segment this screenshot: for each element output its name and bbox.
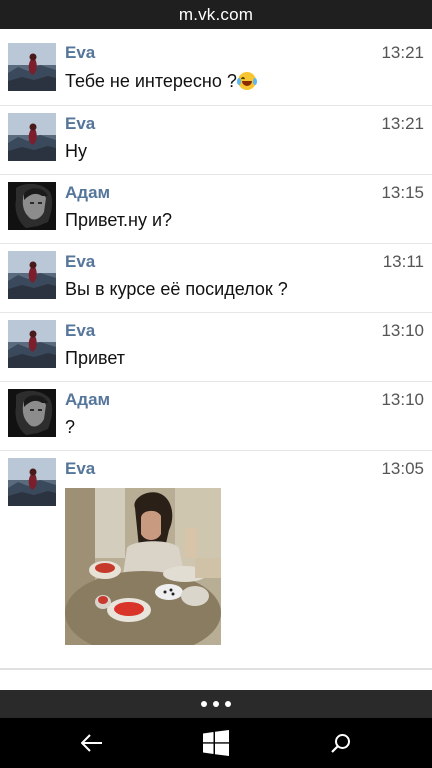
search-icon[interactable]: [311, 718, 371, 768]
avatar[interactable]: [8, 43, 56, 91]
face-with-tears-of-joy-emoji-icon: [236, 72, 257, 90]
avatar[interactable]: [8, 251, 56, 299]
message-item[interactable]: Eva 13:10 Привет: [0, 312, 432, 381]
message-text: Ну: [65, 141, 87, 161]
message-item[interactable]: Адам 13:15 Привет.ну и?: [0, 174, 432, 243]
back-arrow-icon[interactable]: [62, 718, 122, 768]
phone-screen: m.vk.com Eva 13:21 Тебе не интересно ? E…: [0, 0, 432, 768]
message-author[interactable]: Eva: [65, 114, 95, 134]
avatar[interactable]: [8, 458, 56, 506]
message-author[interactable]: Eva: [65, 321, 95, 341]
address-bar[interactable]: m.vk.com: [0, 0, 432, 29]
message-item[interactable]: Eva 13:21 Ну: [0, 105, 432, 174]
message-item[interactable]: Eva 13:21 Тебе не интересно ?: [0, 29, 432, 105]
avatar[interactable]: [8, 182, 56, 230]
message-text: Вы в курсе её посиделок ?: [65, 279, 288, 299]
message-time: 13:15: [381, 183, 424, 202]
more-dots-icon[interactable]: [0, 690, 432, 718]
avatar[interactable]: [8, 389, 56, 437]
message-time: 13:05: [381, 459, 424, 478]
message-text: Привет: [65, 348, 126, 368]
avatar[interactable]: [8, 320, 56, 368]
message-text: ?: [65, 417, 76, 437]
message-author[interactable]: Адам: [65, 183, 110, 203]
message-list[interactable]: Eva 13:21 Тебе не интересно ? Eva 13:21 …: [0, 29, 432, 669]
message-time: 13:21: [381, 114, 424, 133]
system-nav-bar: [0, 718, 432, 768]
message-author[interactable]: Eva: [65, 459, 95, 479]
message-item[interactable]: Eva 13:11 Вы в курсе её посиделок ?: [0, 243, 432, 312]
message-author[interactable]: Eva: [65, 43, 95, 63]
message-item[interactable]: Адам 13:10 ?: [0, 381, 432, 450]
windows-logo-icon[interactable]: [186, 718, 246, 768]
divider: [0, 668, 432, 670]
photo-attachment[interactable]: [65, 488, 221, 645]
message-author[interactable]: Eva: [65, 252, 95, 272]
message-text-content: Тебе не интересно ?: [65, 71, 237, 91]
message-text: Тебе не интересно ?: [65, 71, 257, 92]
message-time: 13:21: [381, 43, 424, 62]
message-author[interactable]: Адам: [65, 390, 110, 410]
url-text: m.vk.com: [178, 4, 254, 24]
message-time: 13:10: [381, 390, 424, 409]
message-text: Привет.ну и?: [65, 210, 173, 230]
avatar[interactable]: [8, 113, 56, 161]
message-item[interactable]: Eva 13:05: [0, 450, 432, 659]
message-time: 13:11: [382, 252, 424, 271]
message-time: 13:10: [381, 321, 424, 340]
